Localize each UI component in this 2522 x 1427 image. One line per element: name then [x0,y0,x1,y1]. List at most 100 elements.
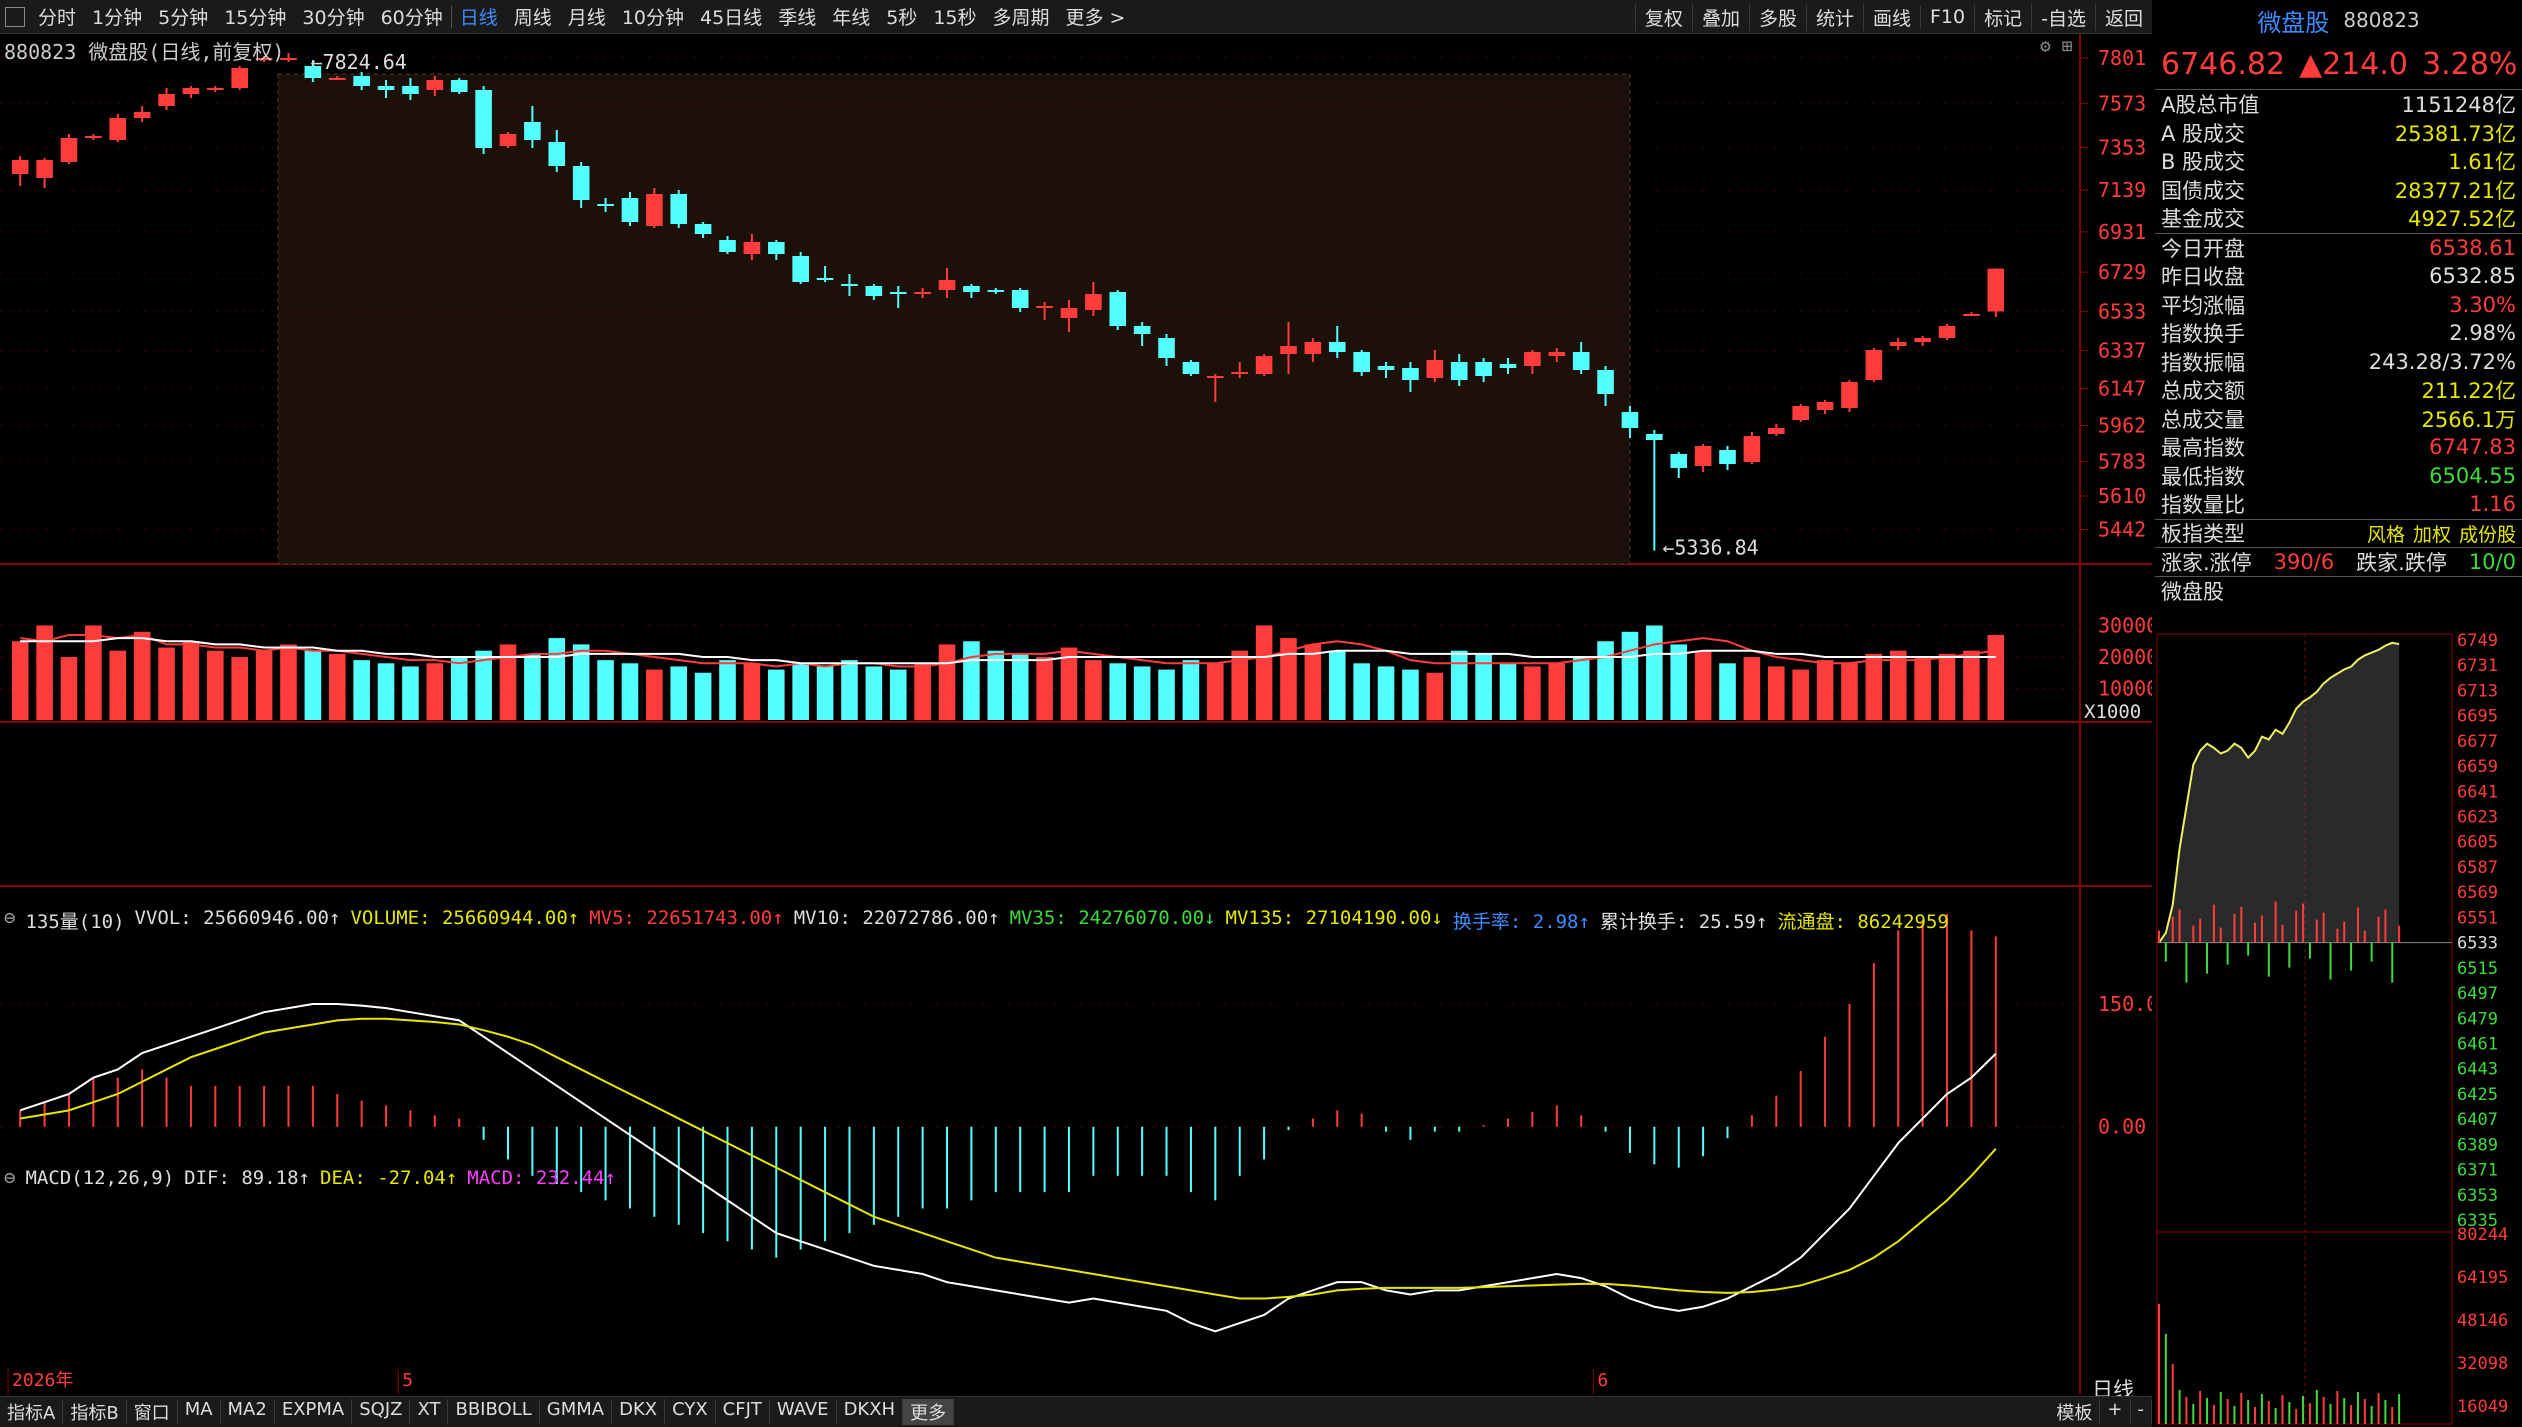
macd-dea-line [20,1017,1997,1300]
vol-indicator-name[interactable]: 135量(10) [25,907,124,934]
stat-label: 国债成交 [2161,178,2245,203]
volume-bar [1572,657,1590,720]
toolbar-button[interactable]: 统计 [1805,3,1863,31]
window-menu-icon[interactable] [5,6,25,27]
period-tab[interactable]: 5秒 [878,3,925,30]
template-tabs: 模板 + - [2049,1399,2152,1425]
volume-bar [1450,650,1468,720]
indicator-tab[interactable]: SQJZ [352,1399,411,1425]
kline-chart[interactable]: 7801 7573 7353 7139 6931 6729 6533 6337 6147 5962… [0,34,2152,1394]
board-type-row: 板指类型 风格 加权 成份股 [2155,520,2522,548]
period-tab[interactable]: 更多 > [1058,3,1134,30]
stat-value: 6538.61 [2429,235,2516,260]
toolbar-button[interactable]: 标记 [1974,3,2031,31]
stat-label: 指数振幅 [2161,350,2245,375]
indicator-tab[interactable]: DKX [612,1399,666,1425]
toolbar-button[interactable]: 多股 [1748,3,1806,31]
macd-indicator-name[interactable]: MACD(12,26,9) [25,1167,174,1189]
intraday-mini-chart[interactable]: 6749 6731 6713 6695 6677 6659 6641 6623 6605 6587… [2155,632,2522,1427]
period-tab[interactable]: 年线 [824,3,878,30]
indicator-tab[interactable]: GMMA [540,1399,613,1425]
vol-axis-label: 10000 [2098,677,2152,701]
indicator-tab[interactable]: DKXH [837,1399,904,1425]
macd-window-icon[interactable]: ⊖ [4,1167,15,1189]
volume-bar [1207,663,1224,720]
candle-body [36,160,53,178]
toolbar-button[interactable]: -自选 [2031,3,2095,31]
candle-body [841,284,858,286]
period-tab[interactable]: 10分钟 [614,3,692,30]
stat-row: 最低指数 6504.55 [2155,462,2522,491]
period-tab[interactable]: 5分钟 [150,3,216,30]
indicator-tab[interactable]: 更多 [903,1399,955,1425]
board-type-value[interactable]: 加权 [2413,520,2451,547]
period-tab[interactable]: 多周期 [985,3,1058,30]
vol-window-icon[interactable]: ⊖ [4,907,15,934]
chart-settings-icon[interactable]: ⚙ ⊞ [2040,36,2073,57]
period-tab[interactable]: 30分钟 [294,3,372,30]
stat-value: 243.28/3.72% [2368,349,2516,374]
macd-value: MACD: 232.44↑ [467,1167,617,1189]
toolbar-right-buttons: 复权 叠加 多股 统计 画线 F10 标记 -自选 返回 [1634,0,2152,34]
volume-bar [60,657,78,720]
candle-body [207,88,224,90]
stat-value: 25381.73亿 [2394,121,2516,146]
period-tab[interactable]: 日线 [452,3,506,30]
candle-body [426,80,444,90]
candle-body [109,118,127,140]
template-tab[interactable]: 模板 [2049,1399,2101,1425]
template-tab[interactable]: + [2100,1399,2131,1425]
period-tab[interactable]: 月线 [560,3,614,30]
indicator-tab[interactable]: 窗口 [127,1399,178,1425]
period-tab[interactable]: 1分钟 [84,3,150,30]
indicator-tab[interactable]: WAVE [770,1399,837,1425]
indicator-tab[interactable]: 指标B [63,1399,127,1425]
volume-bar [1792,669,1809,720]
mini-price-label: 6389 [2457,1135,2498,1155]
indicator-tab[interactable]: CFJT [716,1399,770,1425]
price-row: 6746.82 ▲214.0 3.28% [2155,40,2522,90]
period-tab[interactable]: 15秒 [925,3,984,30]
period-tab[interactable]: 45日线 [692,3,770,30]
stat-row: 指数振幅 243.28/3.72% [2155,348,2522,377]
template-tab[interactable]: - [2131,1399,2152,1425]
indicator-tab[interactable]: XT [410,1399,449,1425]
mini-vol-label: 64195 [2457,1268,2508,1288]
indicator-tab[interactable]: MA [178,1399,221,1425]
indicator-tab[interactable]: BBIBOLL [448,1399,540,1425]
index-name[interactable]: 微盘股 [2257,3,2329,38]
volume-bar [889,669,907,720]
stat-label: 最低指数 [2161,464,2245,489]
candle-body [1743,436,1761,462]
mini-price-label: 6443 [2457,1060,2498,1080]
mv35-value: MV35: 24276070.00↓ [1009,907,1216,929]
toolbar-button[interactable]: 画线 [1862,3,1920,31]
mv5-value: MV5: 22651743.00↑ [589,907,784,929]
period-tab[interactable]: 15分钟 [216,3,294,30]
volume-header: ⊖ 135量(10) VVOL: 25660946.00↑ VOLUME: 25… [4,907,1949,934]
candle-body [328,78,346,80]
toolbar-button[interactable]: 叠加 [1691,3,1749,31]
candle-body [1768,428,1785,434]
candle-body [1158,338,1175,358]
toolbar-button[interactable]: F10 [1920,6,1974,28]
volume-bar [792,663,809,720]
indicator-tab[interactable]: 指标A [0,1399,64,1425]
period-tab[interactable]: 60分钟 [373,3,451,30]
indicator-tab[interactable]: MA2 [221,1399,275,1425]
date-label: 2026年 [12,1370,73,1391]
period-tab[interactable]: 分时 [30,3,84,30]
toolbar-button[interactable]: 返回 [2094,3,2152,31]
price-axis-label: 6147 [2098,377,2146,401]
candle-body [1938,326,1956,338]
toolbar-button[interactable]: 复权 [1634,3,1692,31]
indicator-tab[interactable]: EXPMA [275,1399,353,1425]
indicator-tab[interactable]: CYX [665,1399,716,1425]
board-type-value[interactable]: 成份股 [2459,520,2516,547]
period-tab[interactable]: 周线 [506,3,560,30]
period-tab[interactable]: 季线 [770,3,824,30]
quote-panel: 微盘股 880823 6746.82 ▲214.0 3.28% A股总市值 115… [2155,0,2522,1427]
candle-body [1475,362,1492,376]
mini-price-label: 6353 [2457,1186,2498,1206]
board-type-value[interactable]: 风格 [2367,520,2405,547]
